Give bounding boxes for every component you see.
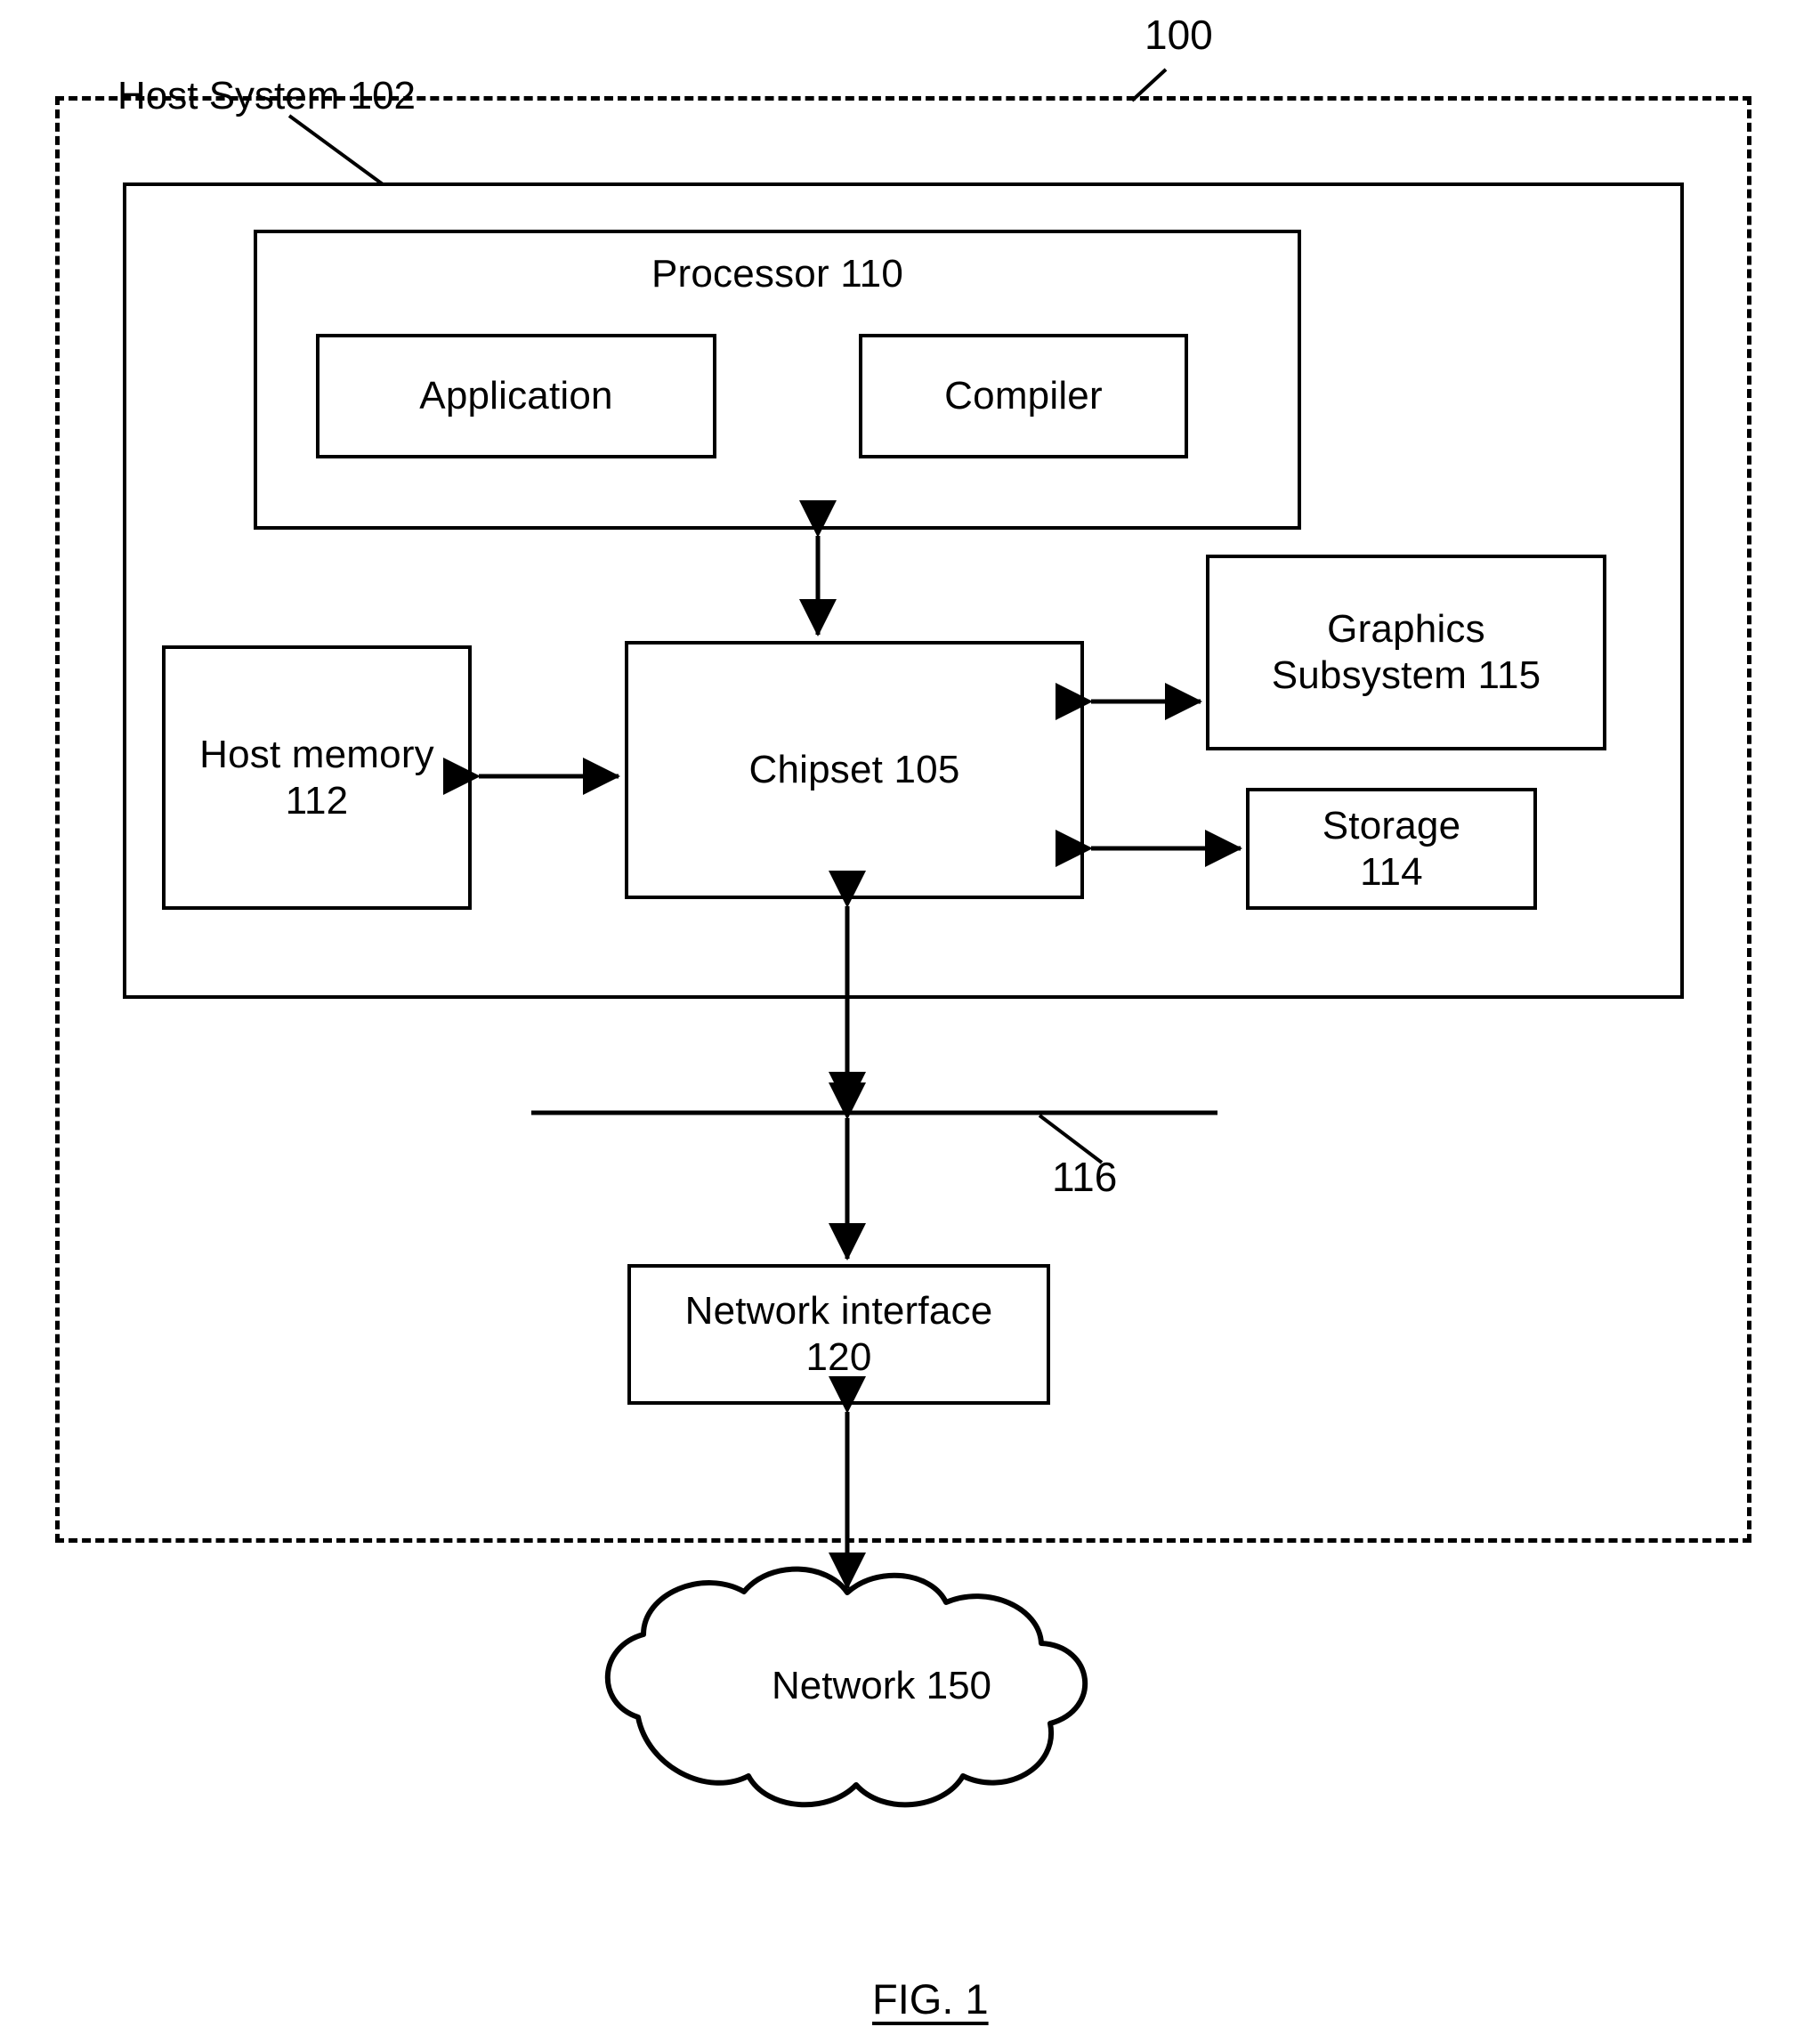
reference-numeral-100: 100 [1145,12,1213,58]
chipset-box: Chipset 105 [625,641,1084,899]
network-interface-label: Network interface 120 [684,1289,993,1379]
storage-label: Storage 114 [1322,803,1461,894]
network-cloud-label: Network 150 [772,1664,992,1707]
application-box: Application [316,334,716,458]
compiler-box: Compiler [859,334,1188,458]
figure-caption: FIG. 1 [872,1975,989,2023]
host-system-label: Host System 102 [117,74,417,118]
chipset-label: Chipset 105 [748,748,960,792]
host-memory-box: Host memory 112 [162,645,472,910]
graphics-subsystem-box: Graphics Subsystem 115 [1206,555,1606,750]
storage-box: Storage 114 [1246,788,1537,910]
graphics-subsystem-label: Graphics Subsystem 115 [1271,607,1541,697]
application-label: Application [419,374,613,418]
network-interface-box: Network interface 120 [627,1264,1050,1405]
host-memory-label: Host memory 112 [199,732,434,823]
figure-canvas: Host System 102 100 Processor 110 Applic… [0,0,1820,2035]
reference-numeral-116: 116 [1052,1154,1118,1200]
processor-label: Processor 110 [651,252,904,296]
compiler-label: Compiler [944,374,1103,418]
